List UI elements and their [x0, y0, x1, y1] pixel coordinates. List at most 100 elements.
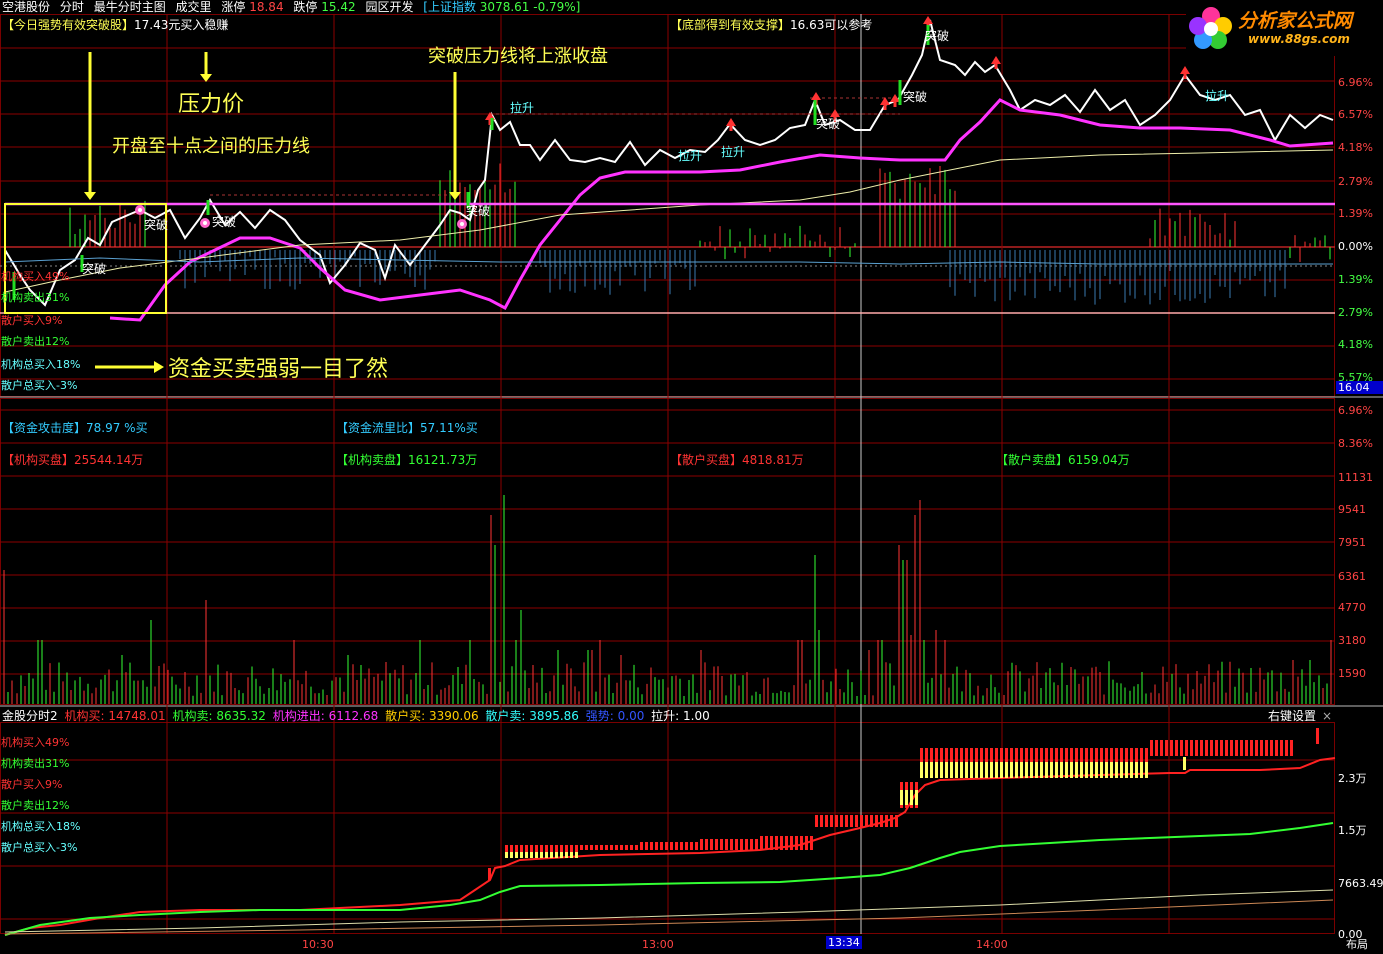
time-1300: 13:00 — [642, 938, 674, 951]
attack-value: 78.97 %买 — [86, 421, 148, 435]
bottom-indicator-header: 金股分时2 机构买: 14748.01 机构卖: 8635.32 机构进出: 6… — [2, 709, 710, 723]
funds-bar-red — [1265, 740, 1268, 756]
funds-bar-red — [825, 815, 828, 827]
funds-bar-red — [650, 842, 653, 850]
funds-bar-red — [675, 842, 678, 850]
legend-retail-buy: 散户买入9% — [1, 314, 63, 327]
bottom-indicator-name[interactable]: 金股分时2 — [2, 709, 58, 723]
funds-bar-red — [1175, 740, 1178, 756]
inst-sell-cumulative-line — [4, 822, 1334, 936]
price-axis-label: 1.39% — [1338, 207, 1373, 220]
retail-sell-cumulative-line — [4, 899, 1334, 935]
funds-bar-red — [1205, 740, 1208, 756]
funds-bar-yellow — [920, 762, 923, 778]
site-logo: 分析家公式网 www.88gs.com — [1186, 4, 1378, 56]
funds-bar-red — [745, 839, 748, 850]
breakout-label: 突破 — [212, 214, 236, 229]
funds-bar-yellow — [1183, 757, 1186, 770]
funds-bars — [4, 728, 1336, 936]
limit-down-value: 15.42 — [321, 0, 356, 14]
funds-bar-yellow — [565, 852, 568, 858]
flow-line — [4, 257, 1333, 265]
funds-bar-red — [710, 839, 713, 850]
arrow-down-icon-head — [84, 192, 96, 200]
funds-bar-red — [1180, 740, 1183, 756]
funds-bar-yellow — [1135, 762, 1138, 778]
view-mode[interactable]: 分时 — [60, 0, 84, 14]
volume-label: 成交里 — [175, 0, 212, 14]
legend-retail-sell: 散户卖出12% — [1, 335, 70, 348]
signal-right: 【底部得到有效支撑】16.63可以参考 — [670, 18, 872, 32]
funds-bar-red — [1200, 740, 1203, 756]
intraday-bars — [69, 163, 1331, 305]
sector-label[interactable]: 园区开发 — [365, 0, 413, 14]
funds-bar-yellow — [560, 852, 563, 858]
funds-bar-red — [1150, 740, 1153, 756]
layout-button[interactable]: 布局 — [1346, 938, 1368, 951]
up-arrow-icon-stem — [994, 64, 998, 69]
flow-value: 57.11%买 — [420, 421, 478, 435]
funds-bar-yellow — [1035, 762, 1038, 778]
funds-bar-red — [595, 845, 598, 850]
lower-legend: 机构买入49% 机构卖出31% 散户买入9% 散户卖出12% 机构总买入18% … — [1, 736, 80, 862]
funds-bar-red — [1185, 740, 1188, 756]
funds-bar-yellow — [960, 762, 963, 778]
legend-retail-total: 散户总买入-3% — [1, 379, 78, 392]
retail-buy-value: 4818.81万 — [742, 453, 804, 467]
funds-bar-yellow — [975, 762, 978, 778]
funds-bar-red — [605, 845, 608, 850]
retail-sell-value: 6159.04万 — [1068, 453, 1130, 467]
signal-right-text: 16.63可以参考 — [790, 18, 873, 32]
funds-bar-yellow — [1045, 762, 1048, 778]
funds-bar-yellow — [510, 852, 513, 858]
right-click-settings-button[interactable]: 右键设置 — [1268, 709, 1316, 723]
funds-bar-red — [815, 815, 818, 827]
up-arrow-icon-stem — [893, 102, 897, 107]
funds-bar-yellow — [555, 852, 558, 858]
rally-label: 拉升 — [510, 100, 534, 115]
funds-bar-yellow — [570, 852, 573, 858]
retail-buy-stat: 【散户买盘】4818.81万 — [670, 453, 804, 467]
stock-name[interactable]: 空港股份 — [2, 0, 50, 14]
up-arrow-icon — [726, 118, 736, 126]
funds-bar-red — [660, 842, 663, 850]
up-arrow-icon — [1180, 66, 1190, 74]
signal-left-tag: 【今日强势有效突破股】 — [2, 18, 135, 32]
funds-bar-red — [1165, 740, 1168, 756]
index-name[interactable]: [上证指数 — [423, 0, 476, 14]
inst-sell-value: 16121.73万 — [408, 453, 478, 467]
signal-bar — [898, 80, 902, 105]
price-axis-label: 6.96% — [1338, 76, 1373, 89]
inst-buy-value: 25544.14万 — [74, 453, 144, 467]
funds-bar-yellow — [1115, 762, 1118, 778]
up-arrow-icon — [811, 92, 821, 100]
funds-bar-red — [865, 815, 868, 827]
funds-bar-red — [1240, 740, 1243, 756]
price-axis-label: 4.18% — [1338, 338, 1373, 351]
funds-bar-red — [695, 842, 698, 850]
close-icon[interactable]: × — [1322, 709, 1332, 723]
funds-bar-red — [800, 836, 803, 850]
retail-sell-stat: 【散户卖盘】6159.04万 — [996, 453, 1130, 467]
funds-bar-red — [655, 842, 658, 850]
price-axis-label: 4.18% — [1338, 141, 1373, 154]
funds-bar-red — [740, 839, 743, 850]
funds-bar-red — [1270, 740, 1273, 756]
funds-bar-red — [1245, 740, 1248, 756]
price-axis-label: 1.39% — [1338, 273, 1373, 286]
lower-legend-retail-buy: 散户买入9% — [1, 778, 63, 791]
signal-right-tag: 【底部得到有效支撑】 — [670, 18, 791, 32]
funds-bar-red — [1170, 740, 1173, 756]
indicator-name[interactable]: 最牛分时主图 — [94, 0, 166, 14]
breakout-label: 突破 — [925, 28, 949, 43]
up-arrow-icon — [923, 16, 933, 24]
flow-label: 【资金流里比】 — [336, 421, 421, 435]
funds-bar-yellow — [1140, 762, 1143, 778]
funds-bar-yellow — [915, 790, 918, 805]
funds-bar-red — [1235, 740, 1238, 756]
volume-axis-label: 9541 — [1338, 503, 1366, 516]
attack-label: 【资金攻击度】 — [2, 421, 87, 435]
lower-legend-retail-sell: 散户卖出12% — [1, 799, 70, 812]
funds-bar-red — [715, 839, 718, 850]
legend-inst-total: 机构总买入18% — [1, 358, 81, 371]
